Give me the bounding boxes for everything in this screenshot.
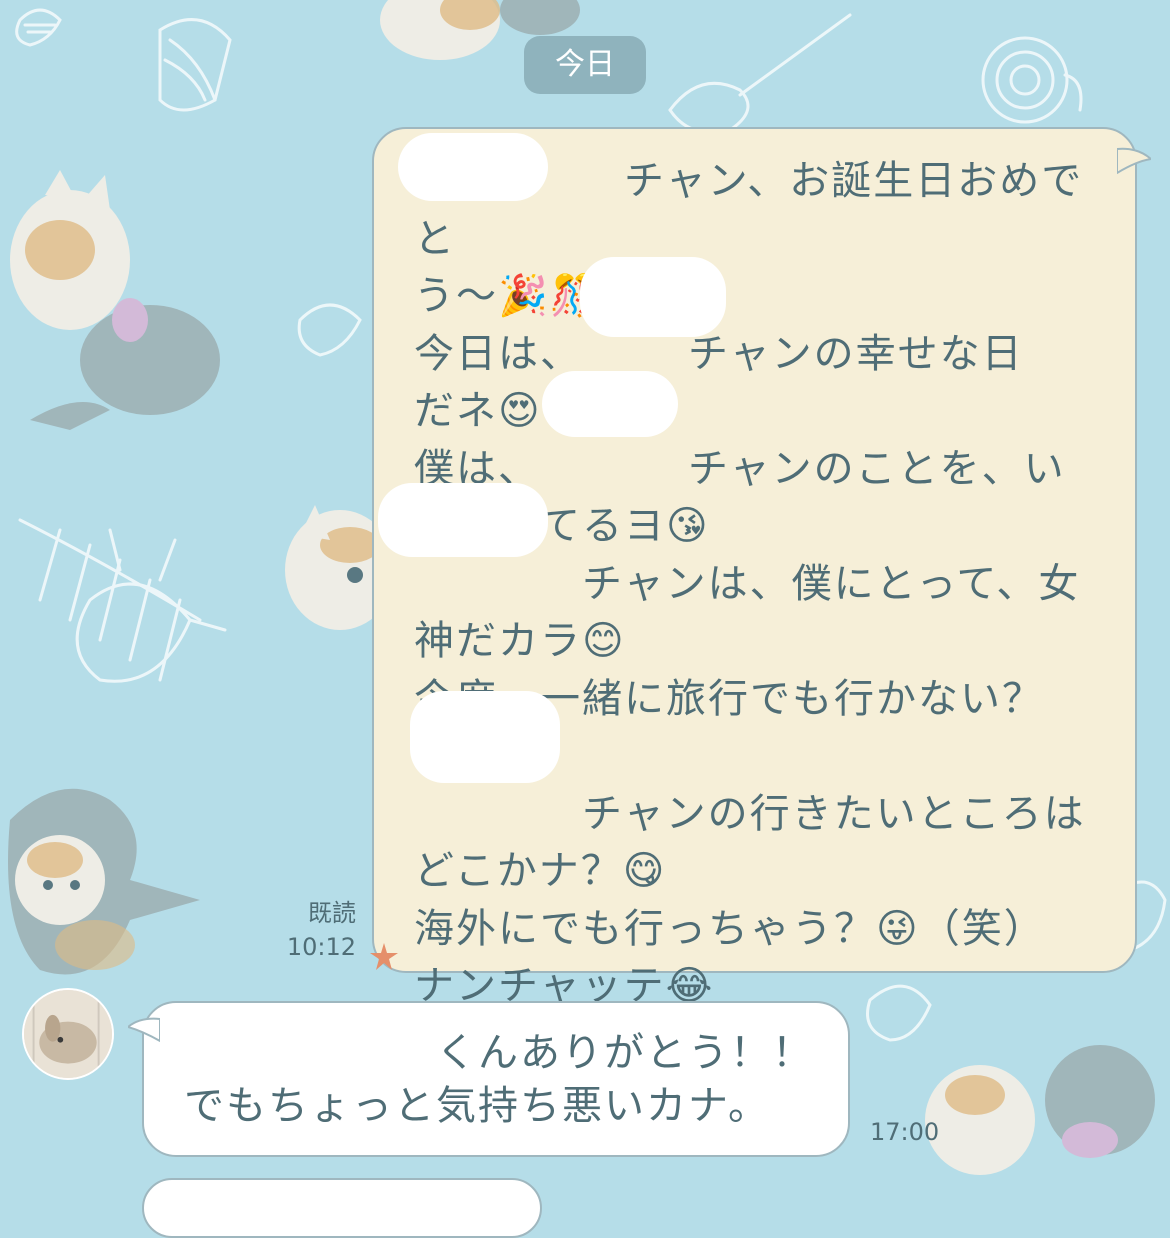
redaction-blob bbox=[410, 691, 560, 783]
seashell-icon bbox=[297, 303, 362, 357]
incoming-timestamp: 17:00 bbox=[870, 1118, 940, 1146]
shark-cat-illustration-icon bbox=[8, 788, 200, 975]
horseshoe-crab-icon bbox=[668, 13, 852, 134]
bubble-tail-icon bbox=[128, 1017, 160, 1043]
outgoing-message-bubble[interactable]: チャン、お誕生日おめでと う〜🎉🎊🎈😊 今日は、 チャンの幸せな日 だネ😍 僕は… bbox=[372, 127, 1151, 1009]
rabbit-avatar-icon bbox=[24, 990, 112, 1078]
cat-illustration-icon bbox=[925, 1045, 1155, 1175]
redaction-blob bbox=[378, 483, 548, 557]
cat-illustration-icon bbox=[10, 170, 220, 430]
avatar[interactable] bbox=[22, 988, 114, 1080]
incoming-message-bubble[interactable]: くんありがとう！！ でもちょっと気持ち悪いカナ。 bbox=[128, 1001, 850, 1157]
redaction-blob bbox=[542, 371, 678, 437]
seashell-icon bbox=[15, 8, 62, 47]
snail-shell-icon bbox=[981, 36, 1083, 124]
date-separator: 今日 bbox=[524, 36, 646, 94]
outgoing-message-text: チャン、お誕生日おめでと う〜🎉🎊🎈😊 今日は、 チャンの幸せな日 だネ😍 僕は… bbox=[414, 158, 1086, 1009]
partial-message-bubble[interactable] bbox=[142, 1178, 542, 1238]
seashell-icon bbox=[158, 18, 232, 112]
starfish-icon bbox=[370, 943, 398, 970]
bubble-tail-icon bbox=[1117, 147, 1151, 175]
outgoing-timestamp: 10:12 bbox=[286, 933, 356, 961]
read-receipt: 既読 10:12 bbox=[272, 896, 356, 964]
redaction-blob bbox=[580, 257, 726, 337]
redaction-blob bbox=[398, 133, 548, 201]
spiky-shell-icon bbox=[75, 528, 227, 683]
incoming-message-text: くんありがとう！！ でもちょっと気持ち悪いカナ。 bbox=[184, 1030, 814, 1129]
read-label: 既読 bbox=[308, 899, 356, 927]
